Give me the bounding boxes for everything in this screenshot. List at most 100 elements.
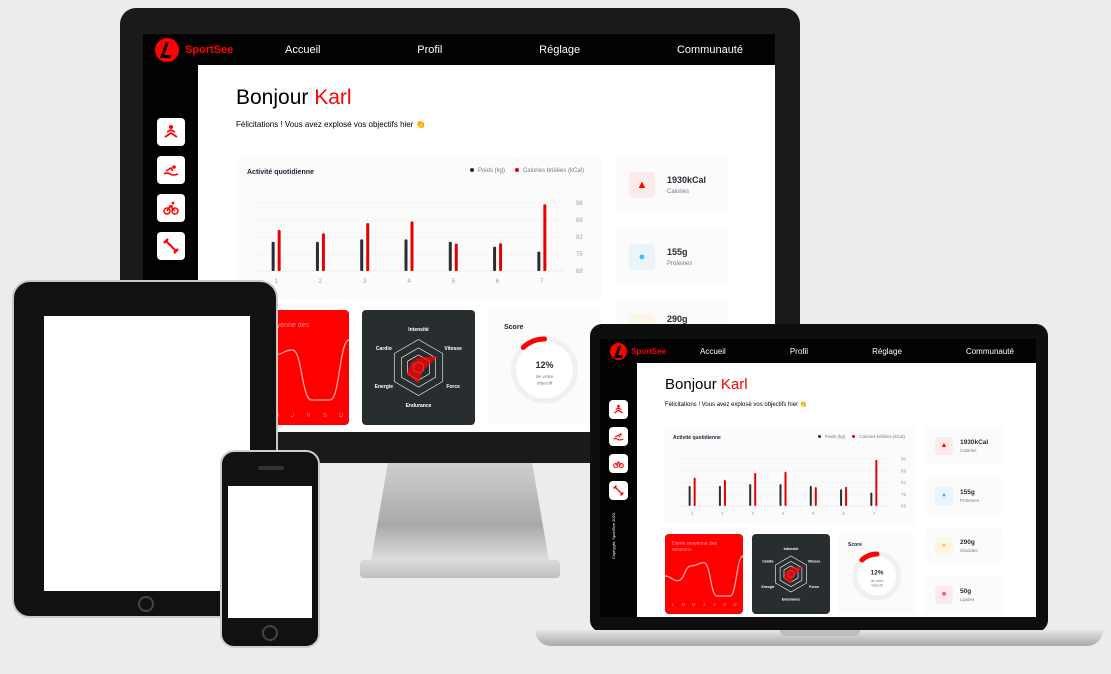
average-sessions-line: LMMJVSD [665,555,743,607]
nav-communaute[interactable]: Communauté [677,44,743,56]
kpi-label: Calories [960,447,977,453]
x-tick-label: 6 [496,279,500,285]
calories-bar [499,243,503,271]
kpi-calories: ▲ 1930kCal Calories [925,427,1003,464]
top-navigation: SportSee Accueil Profil Réglage Communau… [143,34,775,65]
day-label: J [703,602,705,607]
y-tick-label: 82 [901,480,907,485]
day-label: D [339,413,344,419]
sidebar-dumbbell-button[interactable] [156,232,185,260]
score-ring: 12% de votreobjectif [852,551,902,601]
nav-profil[interactable]: Profil [790,347,808,356]
copyright: Copiryght, SportSee 2020 [611,513,616,560]
weight-bar [448,241,452,271]
sidebar-yoga-button[interactable] [609,400,628,419]
calories-bar [814,487,817,506]
laptop-notch [780,630,860,636]
brand-name: SportSee [631,346,667,356]
x-tick-label: 2 [721,511,724,516]
weight-bar [718,485,721,506]
calories-bar [875,459,878,506]
nav-communaute[interactable]: Communauté [966,347,1014,356]
kpi-value: 1930kCal [667,175,707,185]
yoga-icon [164,125,177,138]
swim-icon [613,433,624,441]
kpi-value: 290g [667,314,688,324]
score-value: 12% [535,360,553,370]
x-tick-label: 1 [274,279,278,285]
performance-card: Intensité Vitesse Force Endurance Energie Car… [752,534,830,614]
sidebar-swim-button[interactable] [156,156,185,184]
performance-radar: Intensité Vitesse Force Endurance Energie Car… [375,327,462,409]
sidebar-yoga-button[interactable] [156,118,185,146]
congrats-message: Félicitations ! Vous avez explosé vos ob… [665,402,808,408]
radar-label: Vitesse [808,560,821,564]
radar-label: Vitesse [444,346,462,352]
score-caption-line1: de votre [536,374,554,380]
y-tick-label: 89 [576,218,583,224]
nav-profil[interactable]: Profil [417,44,442,56]
x-tick-label: 1 [691,511,694,516]
drumstick-icon: ● [935,486,953,505]
performance-radar: Intensité Vitesse Force Endurance Energie Car… [761,547,821,601]
sidebar-bike-button[interactable] [156,194,185,222]
imac-stand-foot [360,560,560,578]
drumstick-icon: ● [629,244,655,270]
nav-reglage[interactable]: Réglage [872,347,902,356]
weight-bar [493,246,497,271]
activity-chart: Activité quotidienne Poids (kg) Calories… [665,427,915,525]
activity-bar-chart: 96 89 82 75 68 1 2 3 4 5 6 7 [254,201,583,285]
day-label: D [733,602,737,607]
dumbbell-icon [613,485,624,496]
calories-bar [693,477,696,506]
day-label: L [672,602,675,607]
y-tick-label: 96 [901,457,907,462]
radar-label: Intensité [408,327,429,333]
y-tick-label: 68 [901,504,907,509]
kpi-lipides: ■ 50g Lipides [925,576,1003,613]
kpi-value: 290g [960,538,975,546]
weight-bar [271,241,275,271]
nav-reglage[interactable]: Réglage [539,44,580,56]
kpi-value: 155g [667,247,688,257]
day-label: M [692,602,696,607]
calories-bar [366,223,370,271]
runner-logo-icon [610,342,627,360]
kpi-value: 50g [960,587,972,595]
kpi-label: Glucides [960,547,978,553]
brand-logo[interactable]: SportSee [155,37,285,62]
radar-area [406,356,438,384]
calories-bar [845,486,848,506]
flame-icon: ▲ [629,172,655,198]
calories-bar [784,471,787,506]
kpi-proteines: ● 155g Proteines [925,477,1003,514]
brand-logo[interactable]: SportSee [610,342,700,360]
radar-label: Intensité [784,547,799,551]
sidebar-dumbbell-button[interactable] [609,481,628,500]
nav-accueil[interactable]: Accueil [285,44,320,56]
kpi-proteines: ● 155g Proteines [615,229,727,285]
nav-accueil[interactable]: Accueil [700,347,726,356]
user-name: Karl [720,376,748,393]
weight-bar [315,241,319,271]
x-tick-label: 4 [782,511,785,516]
radar-label: Force [809,585,819,589]
user-name: Karl [314,86,352,109]
y-tick-label: 96 [576,201,583,207]
weight-bar [688,485,691,506]
day-label: S [723,602,726,607]
x-tick-label: 4 [407,279,411,285]
calories-bar [754,472,757,506]
bike-icon [613,461,624,469]
page-title: Bonjour Karl [665,376,748,393]
flame-icon: ▲ [935,436,953,455]
brand-name: SportSee [185,43,234,56]
kpi-label: Proteines [667,261,693,267]
radar-label: Energie [761,585,774,589]
weight-bar [749,484,752,506]
weight-bar [404,239,408,271]
score-card: Score 12% de votre objectif [488,310,601,425]
tablet-home-button [138,596,154,612]
sidebar-swim-button[interactable] [609,427,628,446]
sidebar-bike-button[interactable] [609,454,628,473]
